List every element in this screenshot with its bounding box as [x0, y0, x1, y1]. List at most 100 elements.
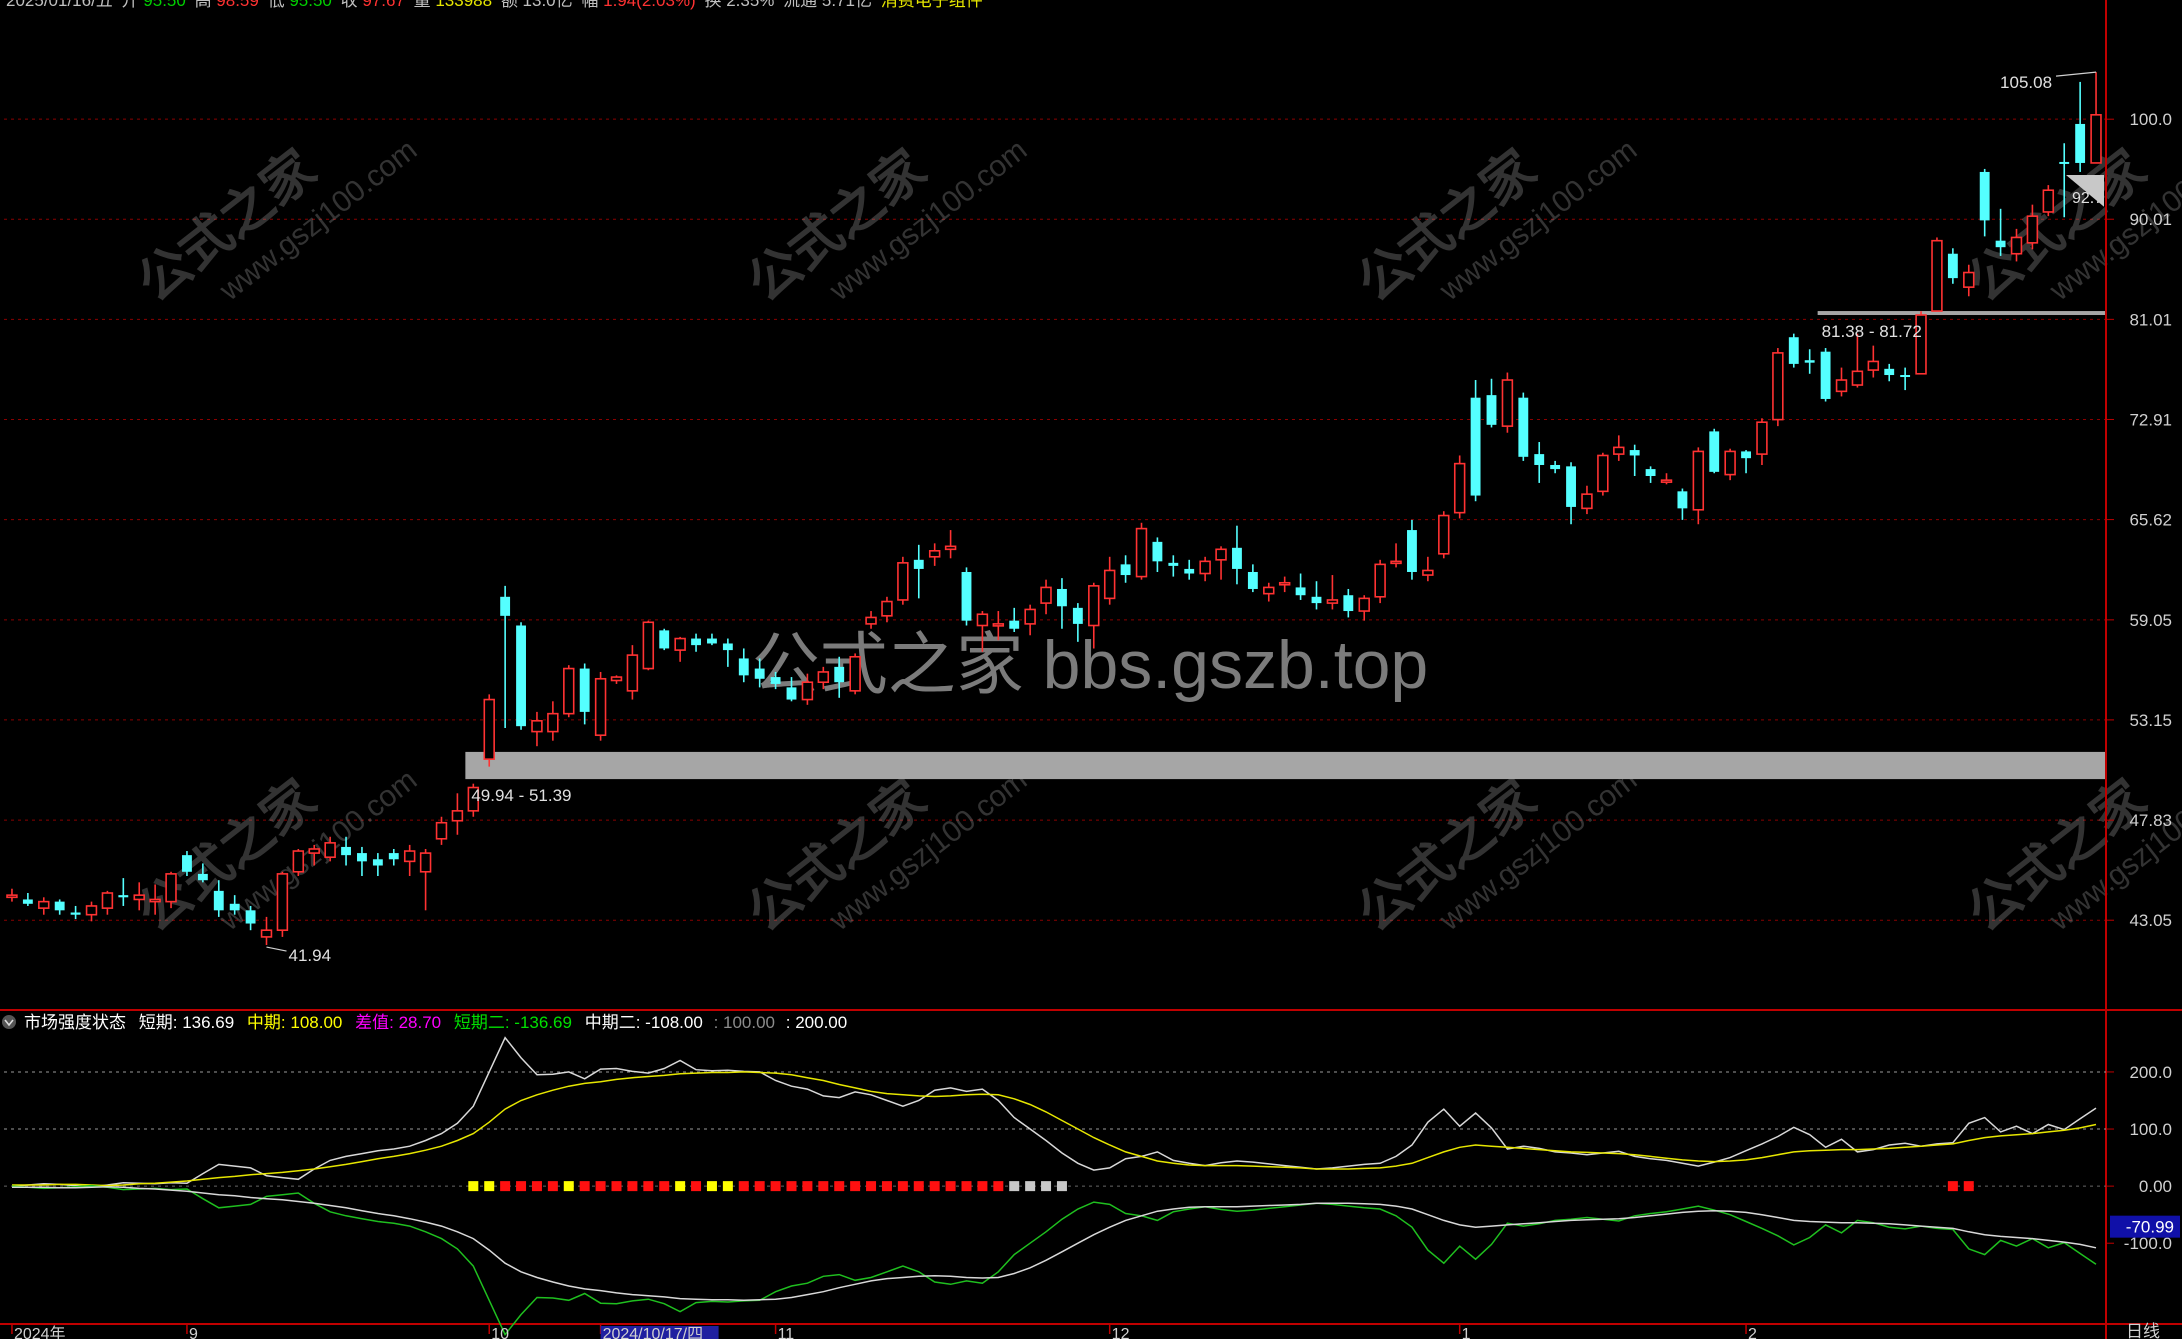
candle-body: [834, 666, 845, 683]
candle-body: [913, 559, 924, 569]
state-marker: [468, 1181, 479, 1192]
state-marker: [484, 1181, 495, 1192]
candle: [276, 871, 289, 937]
candle: [292, 848, 305, 876]
candle-body: [1995, 240, 2006, 248]
state-marker: [1056, 1181, 1067, 1192]
candle-body: [1772, 352, 1784, 421]
state-marker: [547, 1181, 558, 1192]
candle-body: [1724, 450, 1736, 476]
indicator-legend: 市场强度状态 短期: 136.69 中期: 108.00 差值: 28.70 短…: [2, 1013, 847, 1032]
candle-body: [1168, 562, 1179, 566]
state-marker: [770, 1181, 781, 1192]
state-marker: [993, 1181, 1004, 1192]
candle-body: [1851, 370, 1864, 386]
candle-body: [1677, 491, 1688, 509]
candle-body: [659, 630, 670, 649]
candle-body: [754, 668, 765, 679]
header-close: 97.67: [362, 0, 405, 10]
state-marker: [1025, 1181, 1036, 1192]
state-marker: [818, 1181, 829, 1192]
legend-mid2-value: -108.00: [645, 1013, 703, 1032]
candle-body: [213, 890, 224, 911]
candle-body: [118, 895, 129, 898]
state-marker: [659, 1181, 670, 1192]
candle-body: [1820, 351, 1831, 399]
candle-body: [324, 842, 336, 859]
state-marker: [738, 1181, 749, 1192]
candle-body: [182, 855, 192, 872]
candle-body: [435, 821, 448, 840]
header-open-label: 开: [122, 0, 139, 10]
candle-body: [1199, 560, 1211, 575]
price-tick-label: 65.62: [2129, 511, 2172, 530]
candle: [1709, 428, 1720, 474]
candle-body: [1629, 450, 1640, 456]
band-upper-label: 81.38 - 81.72: [1822, 322, 1922, 341]
candle-body: [738, 658, 749, 676]
candle-body: [70, 912, 81, 915]
price-tick-label: 72.91: [2129, 410, 2172, 429]
candle-body: [2059, 161, 2070, 164]
support-band-lower: [465, 751, 2106, 780]
kline-chart-canvas[interactable]: 2025/01/16/五 开 95.50 高 98.59 低 95.50 收 9…: [0, 0, 2182, 1339]
candle-body: [1326, 599, 1339, 604]
candle-body: [229, 903, 240, 911]
state-marker: [929, 1181, 940, 1192]
candle-body: [1390, 560, 1402, 565]
candle-body: [881, 600, 893, 617]
candle-body: [849, 655, 861, 692]
candle-body: [865, 616, 877, 625]
candle-body: [786, 687, 797, 700]
candle-body: [563, 667, 575, 715]
candle-body: [2075, 123, 2086, 163]
state-marker: [786, 1181, 797, 1192]
candle-body: [1867, 360, 1880, 371]
candle: [516, 622, 526, 730]
state-marker: [1947, 1181, 1958, 1192]
quote-header-line: 2025/01/16/五 开 95.50 高 98.59 低 95.50 收 9…: [6, 0, 983, 10]
candle-body: [897, 562, 909, 601]
state-marker: [643, 1181, 654, 1192]
date-label: 9: [189, 1326, 198, 1339]
candle: [1470, 380, 1481, 502]
candle: [1820, 348, 1831, 402]
candle-body: [2042, 189, 2055, 213]
price-tick-label: 47.83: [2129, 811, 2172, 830]
candle-body: [770, 677, 781, 684]
candle-body: [1597, 454, 1609, 493]
period-label: 日线: [2126, 1322, 2160, 1339]
candle-body: [1453, 462, 1466, 514]
candle: [1772, 348, 1784, 427]
candle-body: [1709, 431, 1720, 472]
candle-body: [1534, 454, 1545, 465]
candle-body: [2090, 114, 2102, 164]
indicator-title: 市场强度状态: [24, 1013, 126, 1032]
low-label: 41.94: [289, 946, 332, 965]
state-marker: [754, 1181, 765, 1192]
candle-body: [547, 712, 559, 733]
candle-body: [1358, 597, 1370, 612]
state-marker: [1963, 1181, 1974, 1192]
header-high: 98.59: [216, 0, 259, 10]
candle-body: [722, 643, 733, 651]
collapse-icon[interactable]: [2, 1015, 16, 1029]
candle-body: [1486, 395, 1497, 425]
candle-body: [260, 929, 273, 938]
candle-body: [1979, 171, 1990, 221]
header-volume-label: 量: [414, 0, 431, 10]
candle-body: [1120, 564, 1131, 576]
candle-body: [2026, 215, 2039, 244]
state-marker: [850, 1181, 861, 1192]
candle-body: [1295, 587, 1306, 596]
support-band-upper: [1817, 311, 2106, 316]
date-label: 12: [1112, 1326, 1130, 1339]
legend-short2-value: -136.69: [514, 1013, 572, 1032]
legend-mid-name: 中期: [247, 1013, 281, 1032]
state-marker: [627, 1181, 638, 1192]
header-turnover-label: 换: [704, 0, 721, 10]
candle-body: [1263, 586, 1275, 595]
candle-body: [626, 654, 639, 692]
indicator-legend-line: 市场强度状态 短期: 136.69 中期: 108.00 差值: 28.70 短…: [24, 1013, 847, 1032]
price-tick-label: 59.05: [2129, 611, 2172, 630]
